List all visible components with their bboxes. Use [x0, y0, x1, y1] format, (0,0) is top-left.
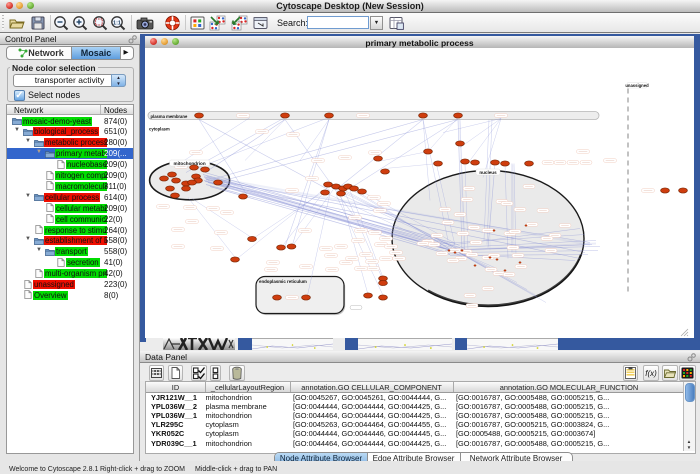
svg-text:f(x): f(x) [645, 369, 657, 378]
svg-text:unassigned: unassigned [625, 83, 649, 88]
svg-text:plasma membrane: plasma membrane [151, 114, 188, 119]
svg-text:1:1: 1:1 [113, 20, 121, 26]
svg-text:cytoplasm: cytoplasm [149, 127, 170, 132]
svg-text:endoplasmic reticulum: endoplasmic reticulum [259, 279, 307, 284]
svg-text:mitochondrion: mitochondrion [174, 161, 206, 166]
svg-text:nucleus: nucleus [479, 170, 497, 175]
